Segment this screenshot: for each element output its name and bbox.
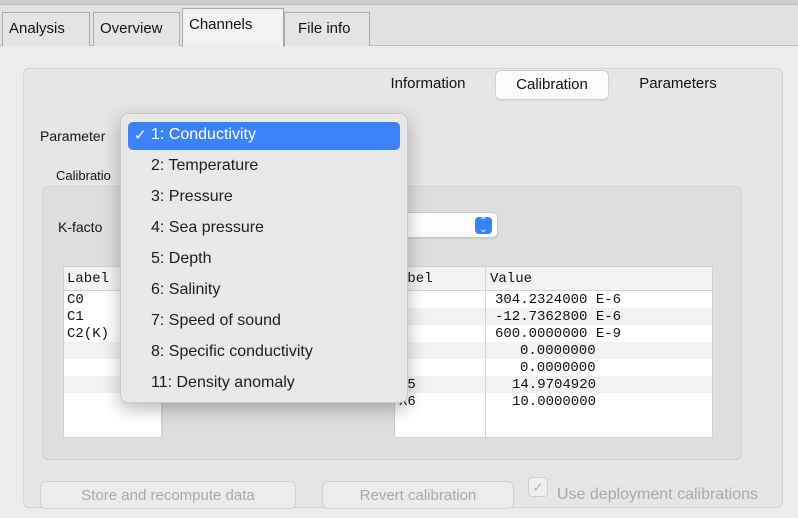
checkmark-icon: ✓	[532, 479, 544, 495]
cell-value: 10.0000000	[512, 394, 597, 410]
kfactor-label: K-facto	[58, 219, 103, 235]
cell-value: 0.0000000	[520, 343, 596, 359]
kfactor-select[interactable]: ⌃ ⌄	[396, 212, 498, 238]
window-edge	[0, 0, 798, 5]
menu-item-conductivity[interactable]: ✓ 1: Conductivity	[128, 122, 400, 150]
column-header-value: Value	[490, 271, 533, 287]
menu-item-label: 4: Sea pressure	[151, 219, 264, 236]
calibration-group-label: Calibratio	[56, 168, 111, 183]
tab-parameters[interactable]: Parameters	[618, 70, 738, 100]
cell-value: 600.0000000 E-9	[495, 326, 622, 342]
menu-item-pressure[interactable]: 3: Pressure	[128, 184, 400, 212]
menu-item-label: 1: Conductivity	[151, 126, 256, 143]
table-row[interactable]: X514.9704920	[395, 376, 712, 393]
use-deployment-checkbox[interactable]: ✓	[528, 477, 548, 497]
checkmark-icon: ✓	[134, 127, 147, 144]
cell-value: 304.2324000 E-6	[495, 292, 622, 308]
menu-item-speed-of-sound[interactable]: 7: Speed of sound	[128, 308, 400, 336]
menu-item-label: 3: Pressure	[151, 188, 233, 205]
button-label: Store and recompute data	[81, 487, 255, 504]
table-row[interactable]: 30.0000000	[395, 342, 712, 359]
menu-item-label: 5: Depth	[151, 250, 212, 267]
tab-label: Analysis	[9, 20, 65, 37]
cell-label: C1	[67, 309, 84, 325]
tab-label: File info	[298, 20, 351, 37]
tab-calibration[interactable]: Calibration	[495, 70, 609, 100]
tab-overview[interactable]: Overview	[93, 12, 180, 46]
column-divider	[485, 267, 486, 437]
menu-item-sea-pressure[interactable]: 4: Sea pressure	[128, 215, 400, 243]
tab-label: Channels	[189, 16, 253, 33]
button-label: Revert calibration	[359, 487, 477, 504]
tab-analysis[interactable]: Analysis	[2, 12, 90, 46]
table-header: abel Value	[395, 267, 712, 291]
stepper-arrows-icon: ⌃ ⌄	[475, 217, 492, 235]
cell-value: 0.0000000	[520, 360, 596, 376]
menu-item-specific-conductivity[interactable]: 8: Specific conductivity	[128, 339, 400, 367]
segment-label: Parameters	[639, 75, 717, 92]
menu-item-temperature[interactable]: 2: Temperature	[128, 153, 400, 181]
cell-label: C2(K)	[67, 326, 110, 342]
cell-value: 14.9704920	[512, 377, 597, 393]
tab-file-info[interactable]: File info	[284, 12, 370, 46]
table-row[interactable]: 40.0000000	[395, 359, 712, 376]
revert-calibration-button[interactable]: Revert calibration	[322, 481, 514, 509]
tab-label: Overview	[100, 20, 163, 37]
use-deployment-label: Use deployment calibrations	[557, 486, 758, 503]
column-header-label: Label	[67, 271, 110, 287]
coefficient-table[interactable]: abel Value 0304.2324000 E-6 1-12.7362800…	[394, 266, 713, 438]
table-row[interactable]: 2600.0000000 E-9	[395, 325, 712, 342]
cell-label: C0	[67, 292, 84, 308]
table-row[interactable]: X6 10.0000000	[395, 393, 712, 410]
menu-item-label: 2: Temperature	[151, 157, 259, 174]
tab-information[interactable]: Information	[370, 70, 486, 100]
menu-item-depth[interactable]: 5: Depth	[128, 246, 400, 274]
menu-item-label: 8: Specific conductivity	[151, 343, 313, 360]
menu-item-density-anomaly[interactable]: 11: Density anomaly	[128, 370, 400, 398]
segment-label: Calibration	[516, 76, 588, 93]
parameter-label: Parameter	[40, 128, 106, 144]
parameter-dropdown-menu: ✓ 1: Conductivity 2: Temperature 3: Press…	[120, 113, 408, 403]
table-row[interactable]: 1-12.7362800 E-6	[395, 308, 712, 325]
cell-value: -12.7362800 E-6	[495, 309, 622, 325]
menu-item-label: 11: Density anomaly	[151, 374, 295, 391]
table-row[interactable]: 0304.2324000 E-6	[395, 291, 712, 308]
tab-channels[interactable]: Channels	[182, 8, 284, 47]
store-recompute-button[interactable]: Store and recompute data	[40, 481, 296, 509]
menu-item-label: 6: Salinity	[151, 281, 221, 298]
menu-item-salinity[interactable]: 6: Salinity	[128, 277, 400, 305]
menu-item-label: 7: Speed of sound	[151, 312, 281, 329]
segment-label: Information	[390, 75, 466, 92]
